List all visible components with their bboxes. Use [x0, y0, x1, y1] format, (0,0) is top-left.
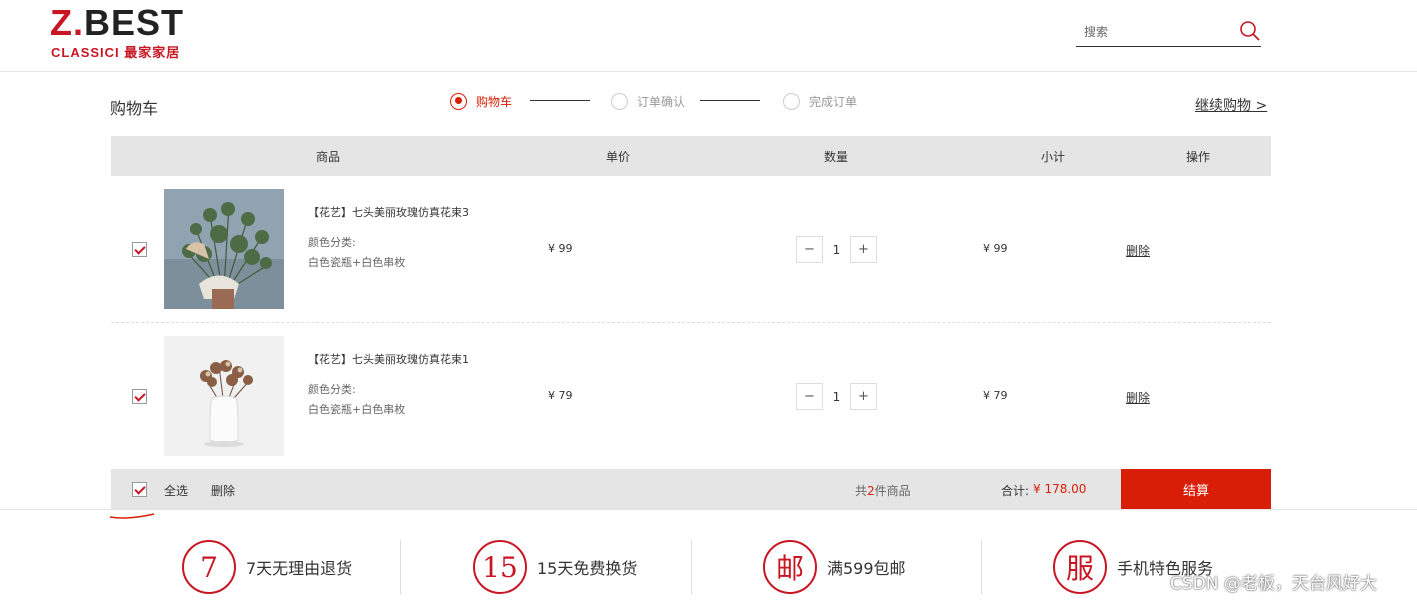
cart-table-header: 商品 单价 数量 小计 操作 [111, 136, 1271, 176]
step-label: 完成订单 [809, 94, 858, 109]
exchange-badge-icon: 15 [473, 540, 527, 594]
product-name[interactable]: 【花艺】七头美丽玫瑰仿真花束1 [308, 351, 469, 367]
item-subtotal: ¥ 99 [983, 242, 1008, 255]
service-exchange: 15 15天免费换货 [473, 540, 637, 594]
item-count-prefix: 共 [855, 484, 868, 498]
logo-accent: Z. [50, 2, 84, 43]
red-underline-annotation-icon [109, 513, 155, 519]
site-logo[interactable]: Z.BEST CLASSICI 最家家居 [50, 4, 200, 61]
service-separator [981, 540, 982, 594]
service-text: 15天免费换货 [537, 559, 638, 578]
quantity-value[interactable]: 1 [823, 243, 850, 257]
increase-quantity-button[interactable]: + [850, 236, 877, 263]
column-header-product: 商品 [316, 150, 341, 164]
unit-price: ¥ 79 [548, 389, 573, 402]
cart-item-row: 【花艺】七头美丽玫瑰仿真花束1 颜色分类: 白色瓷瓶+白色串枚 ¥ 79 − 1… [111, 323, 1271, 470]
service-return: 7 7天无理由退货 [182, 540, 352, 594]
increase-quantity-button[interactable]: + [850, 383, 877, 410]
quantity-value[interactable]: 1 [823, 390, 850, 404]
quantity-stepper: − 1 + [796, 236, 877, 263]
product-image[interactable] [164, 336, 284, 456]
select-all-checkbox[interactable] [132, 482, 147, 497]
step-radio-icon [783, 92, 800, 110]
logo-wordmark: Z.BEST [50, 4, 184, 42]
delete-selected-button[interactable]: 删除 [211, 482, 235, 499]
step-label: 购物车 [476, 94, 513, 109]
step-radio-icon [611, 92, 628, 110]
return-badge-icon: 7 [182, 540, 236, 594]
product-name[interactable]: 【花艺】七头美丽玫瑰仿真花束3 [308, 204, 469, 220]
logo-subtitle: CLASSICI 最家家居 [51, 45, 181, 60]
support-badge-icon: 服 [1053, 540, 1107, 594]
total-label: 合计: [1001, 484, 1030, 498]
delete-item-link[interactable]: 删除 [1126, 389, 1150, 406]
service-text: 满599包邮 [827, 559, 906, 578]
delete-item-link[interactable]: 删除 [1126, 242, 1150, 259]
item-checkbox[interactable] [132, 389, 147, 404]
total-amount: ¥ 178.00 [1033, 482, 1087, 496]
service-separator [400, 540, 401, 594]
product-variant: 颜色分类: 白色瓷瓶+白色串枚 [308, 380, 405, 420]
site-header: Z.BEST CLASSICI 最家家居 [0, 0, 1417, 72]
variant-label: 颜色分类: [308, 383, 356, 396]
item-count: 共2件商品 [855, 482, 911, 499]
decrease-quantity-button[interactable]: − [796, 383, 823, 410]
cart-summary-bar: 全选 删除 共2件商品 合计: ¥ 178.00 结算 [111, 469, 1271, 509]
step-connector [530, 100, 590, 101]
step-complete: 完成订单 [783, 90, 857, 112]
variant-value: 白色瓷瓶+白色串枚 [308, 403, 406, 416]
vase-image-icon [164, 336, 284, 456]
cart-item-row: 【花艺】七头美丽玫瑰仿真花束3 颜色分类: 白色瓷瓶+白色串枚 ¥ 99 − 1… [111, 176, 1271, 323]
step-label: 订单确认 [637, 94, 686, 109]
item-count-number: 2 [867, 484, 875, 498]
service-text: 7天无理由退货 [246, 559, 353, 578]
section-divider [0, 509, 1417, 510]
item-checkbox[interactable] [132, 242, 147, 257]
checkout-button[interactable]: 结算 [1121, 469, 1271, 509]
unit-price: ¥ 99 [548, 242, 573, 255]
column-header-price: 单价 [606, 150, 631, 164]
column-header-quantity: 数量 [824, 150, 849, 164]
quantity-stepper: − 1 + [796, 383, 877, 410]
search-input[interactable] [1084, 22, 1234, 42]
step-confirm: 订单确认 [611, 90, 685, 112]
product-variant: 颜色分类: 白色瓷瓶+白色串枚 [308, 233, 405, 273]
item-count-suffix: 件商品 [874, 484, 911, 498]
search-icon[interactable] [1239, 20, 1261, 42]
step-active-radio-icon [450, 92, 467, 110]
logo-text: BEST [84, 2, 185, 43]
bouquet-image-icon [164, 189, 284, 309]
continue-shopping-link[interactable]: 继续购物 > [1195, 95, 1267, 115]
page-title: 购物车 [110, 99, 159, 118]
variant-label: 颜色分类: [308, 236, 356, 249]
variant-value: 白色瓷瓶+白色串枚 [308, 256, 406, 269]
column-header-actions: 操作 [1186, 150, 1211, 164]
select-all-label[interactable]: 全选 [164, 482, 188, 499]
service-separator [691, 540, 692, 594]
step-connector [700, 100, 760, 101]
step-cart: 购物车 [450, 90, 512, 112]
item-subtotal: ¥ 79 [983, 389, 1008, 402]
decrease-quantity-button[interactable]: − [796, 236, 823, 263]
watermark: CSDN @老板，天台风好大 [1170, 574, 1377, 594]
search-box [1076, 18, 1261, 47]
shipping-badge-icon: 邮 [763, 540, 817, 594]
product-image[interactable] [164, 189, 284, 309]
column-header-subtotal: 小计 [1041, 150, 1066, 164]
service-shipping: 邮 满599包邮 [763, 540, 906, 594]
